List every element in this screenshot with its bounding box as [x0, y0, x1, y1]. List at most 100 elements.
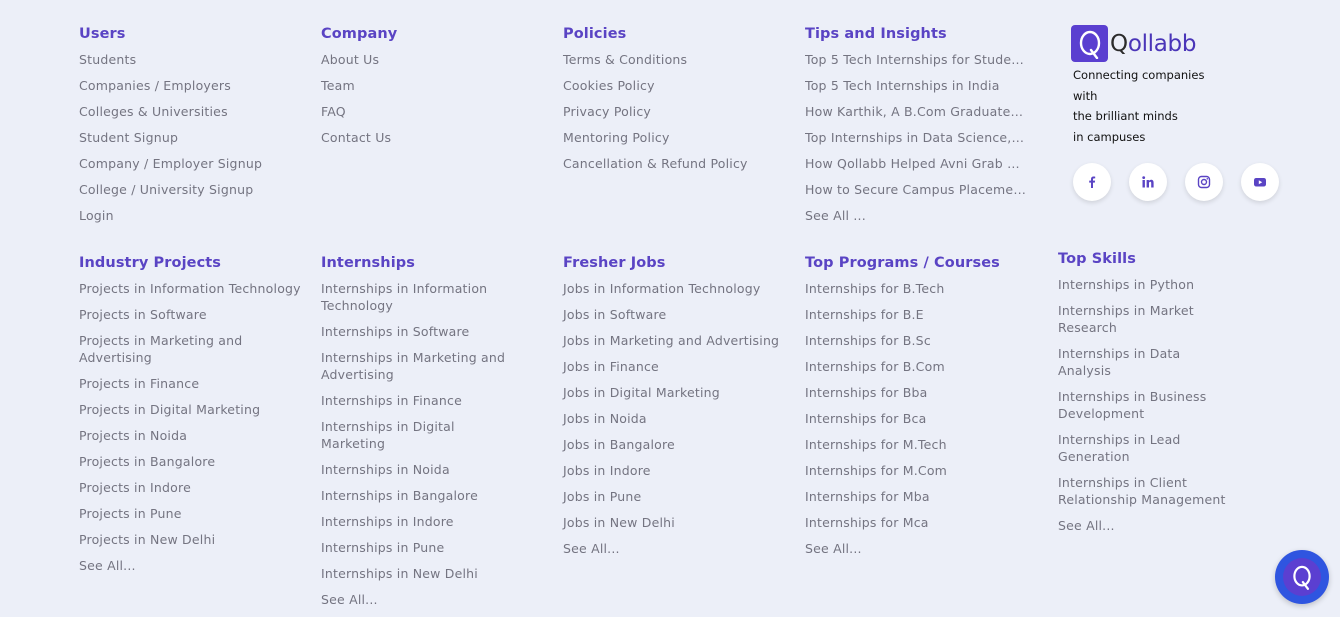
fresher-jobs-link[interactable]: Jobs in Digital Marketing	[563, 384, 788, 401]
company-link[interactable]: Contact Us	[321, 129, 546, 146]
top-skills-link[interactable]: Internships in Client Relationship Manag…	[1058, 474, 1230, 508]
industry-projects-link[interactable]: Projects in Finance	[79, 375, 304, 392]
policies-link[interactable]: Terms & Conditions	[563, 51, 788, 68]
tips-link[interactable]: How Qollabb Helped Avni Grab an Internsh…	[805, 155, 1027, 172]
industry-projects-link[interactable]: Projects in Bangalore	[79, 453, 304, 470]
top-skills-link[interactable]: Internships in Lead Generation	[1058, 431, 1230, 465]
internships-link[interactable]: Internships in New Delhi	[321, 565, 521, 582]
top-programs-link[interactable]: See All...	[805, 540, 1030, 557]
fresher-jobs-heading: Fresher Jobs	[563, 255, 666, 271]
footer-col-policies: Policies Terms & Conditions Cookies Polic…	[563, 25, 788, 181]
linkedin-button[interactable]	[1129, 163, 1167, 201]
tips-link[interactable]: How Karthik, A B.Com Graduate, Got a Job	[805, 103, 1027, 120]
company-link[interactable]: FAQ	[321, 103, 546, 120]
instagram-button[interactable]	[1185, 163, 1223, 201]
industry-projects-link[interactable]: Projects in Pune	[79, 505, 304, 522]
industry-projects-link[interactable]: Projects in Information Technology	[79, 280, 304, 297]
fresher-jobs-link[interactable]: Jobs in Marketing and Advertising	[563, 332, 788, 349]
users-link[interactable]: Companies / Employers	[79, 77, 304, 94]
users-link[interactable]: Login	[79, 207, 304, 224]
top-skills-heading: Top Skills	[1058, 251, 1136, 267]
top-programs-link[interactable]: Internships for Mca	[805, 514, 1030, 531]
linkedin-icon	[1142, 176, 1154, 188]
fresher-jobs-link[interactable]: See All...	[563, 540, 788, 557]
tips-link[interactable]: Top Internships in Data Science, 2023	[805, 129, 1027, 146]
fresher-jobs-link[interactable]: Jobs in Bangalore	[563, 436, 788, 453]
tagline-line: the brilliant minds	[1073, 109, 1178, 123]
top-skills-link[interactable]: Internships in Business Development	[1058, 388, 1230, 422]
users-link[interactable]: Company / Employer Signup	[79, 155, 304, 172]
top-skills-link[interactable]: See All...	[1058, 517, 1230, 534]
tips-link[interactable]: How to Secure Campus Placements	[805, 181, 1027, 198]
internships-link[interactable]: Internships in Marketing and Advertising	[321, 349, 521, 383]
company-link[interactable]: About Us	[321, 51, 546, 68]
fresher-jobs-link[interactable]: Jobs in Finance	[563, 358, 788, 375]
fresher-jobs-link[interactable]: Jobs in Software	[563, 306, 788, 323]
users-link[interactable]: Student Signup	[79, 129, 304, 146]
qollabb-chat-icon	[1283, 558, 1321, 596]
industry-projects-link[interactable]: Projects in New Delhi	[79, 531, 304, 548]
users-heading: Users	[79, 26, 126, 42]
users-link[interactable]: College / University Signup	[79, 181, 304, 198]
top-programs-links: Internships for B.Tech Internships for B.…	[805, 280, 1030, 557]
youtube-button[interactable]	[1241, 163, 1279, 201]
fresher-jobs-links: Jobs in Information Technology Jobs in So…	[563, 280, 788, 557]
tips-link[interactable]: Top 5 Tech Internships in India	[805, 77, 1027, 94]
fresher-jobs-link[interactable]: Jobs in Indore	[563, 462, 788, 479]
top-programs-link[interactable]: Internships for Bca	[805, 410, 1030, 427]
users-link[interactable]: Colleges & Universities	[79, 103, 304, 120]
policies-link[interactable]: Cancellation & Refund Policy	[563, 155, 788, 172]
policies-link[interactable]: Privacy Policy	[563, 103, 788, 120]
tips-heading: Tips and Insights	[805, 26, 947, 42]
brand-block: Qollabb Connecting companies with the br…	[1071, 25, 1261, 147]
industry-projects-link[interactable]: Projects in Software	[79, 306, 304, 323]
users-links: Students Companies / Employers Colleges & …	[79, 51, 304, 224]
policies-heading: Policies	[563, 26, 627, 42]
facebook-button[interactable]	[1073, 163, 1111, 201]
footer-col-top-skills: Top Skills Internships in Python Internsh…	[1058, 250, 1230, 543]
tips-link[interactable]: Top 5 Tech Internships for Students	[805, 51, 1027, 68]
internships-link[interactable]: Internships in Software	[321, 323, 521, 340]
company-link[interactable]: Team	[321, 77, 546, 94]
industry-projects-link[interactable]: Projects in Marketing and Advertising	[79, 332, 304, 366]
chat-launcher-button[interactable]	[1275, 550, 1329, 604]
internships-link[interactable]: Internships in Pune	[321, 539, 521, 556]
industry-projects-link[interactable]: Projects in Noida	[79, 427, 304, 444]
top-programs-link[interactable]: Internships for M.Tech	[805, 436, 1030, 453]
fresher-jobs-link[interactable]: Jobs in Pune	[563, 488, 788, 505]
instagram-icon	[1197, 175, 1211, 189]
top-programs-link[interactable]: Internships for Mba	[805, 488, 1030, 505]
internships-link[interactable]: See All...	[321, 591, 521, 608]
top-programs-link[interactable]: Internships for B.E	[805, 306, 1030, 323]
top-programs-link[interactable]: Internships for B.Tech	[805, 280, 1030, 297]
footer-col-fresher-jobs: Fresher Jobs Jobs in Information Technol…	[563, 254, 788, 566]
policies-link[interactable]: Cookies Policy	[563, 77, 788, 94]
tagline-line: Connecting companies	[1073, 68, 1205, 82]
top-programs-link[interactable]: Internships for B.Sc	[805, 332, 1030, 349]
internships-link[interactable]: Internships in Information Technology	[321, 280, 521, 314]
fresher-jobs-link[interactable]: Jobs in New Delhi	[563, 514, 788, 531]
footer-col-internships: Internships Internships in Information T…	[321, 254, 521, 617]
top-programs-link[interactable]: Internships for M.Com	[805, 462, 1030, 479]
industry-projects-link[interactable]: See All...	[79, 557, 304, 574]
industry-projects-link[interactable]: Projects in Indore	[79, 479, 304, 496]
internships-link[interactable]: Internships in Digital Marketing	[321, 418, 521, 452]
top-programs-link[interactable]: Internships for B.Com	[805, 358, 1030, 375]
top-skills-link[interactable]: Internships in Data Analysis	[1058, 345, 1230, 379]
internships-link[interactable]: Internships in Indore	[321, 513, 521, 530]
internships-link[interactable]: Internships in Noida	[321, 461, 521, 478]
facebook-icon	[1089, 176, 1096, 188]
users-link[interactable]: Students	[79, 51, 304, 68]
fresher-jobs-link[interactable]: Jobs in Noida	[563, 410, 788, 427]
industry-projects-link[interactable]: Projects in Digital Marketing	[79, 401, 304, 418]
top-skills-link[interactable]: Internships in Python	[1058, 276, 1230, 293]
fresher-jobs-link[interactable]: Jobs in Information Technology	[563, 280, 788, 297]
footer-col-top-programs: Top Programs / Courses Internships for B…	[805, 254, 1030, 566]
internships-link[interactable]: Internships in Bangalore	[321, 487, 521, 504]
tips-link[interactable]: See All ...	[805, 207, 1027, 224]
policies-link[interactable]: Mentoring Policy	[563, 129, 788, 146]
top-programs-link[interactable]: Internships for Bba	[805, 384, 1030, 401]
top-skills-link[interactable]: Internships in Market Research	[1058, 302, 1230, 336]
brand-logo[interactable]: Qollabb	[1071, 25, 1261, 62]
internships-link[interactable]: Internships in Finance	[321, 392, 521, 409]
